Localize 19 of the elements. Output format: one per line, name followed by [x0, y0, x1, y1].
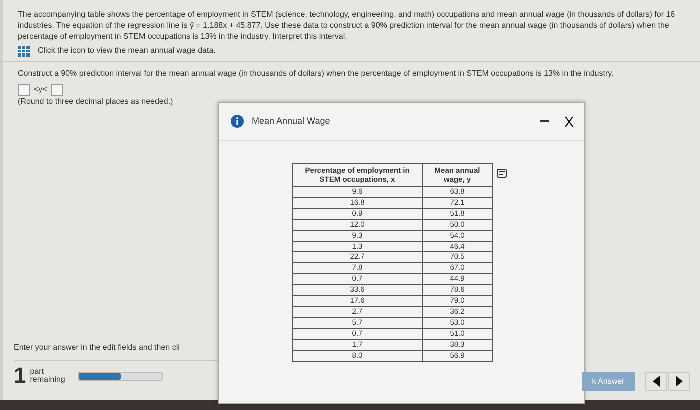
problem-text: The accompanying table shows the percentage of employment in STEM (science, technology, engineering, and math) occupations and mean annual wage (in thousands of dollars) for 16 industries. The equation of the regression line is ŷ = 1.188x + 45.877. Use these data to construct a 90% prediction interval for the mean annual wage (in thousands of dollars) when the percentage of employment in STEM occupations is 13% in the industry. Interpret this interval. — [18, 10, 676, 42]
data-link-text[interactable]: Click the icon to view the mean annual wage data. — [38, 46, 216, 58]
previous-button[interactable] — [645, 372, 667, 391]
parts-label: part remaining — [30, 368, 66, 384]
close-button[interactable]: X — [564, 114, 574, 128]
inequality-text: <y< — [34, 84, 48, 96]
left-arrow-icon — [652, 376, 660, 387]
table-icon[interactable] — [18, 46, 30, 58]
minimize-icon[interactable] — [540, 120, 549, 123]
question-text: Construct a 90% prediction interval for the mean annual wage (in thousands of dollars) when the percentage of employment in STEM occupations is 13% in the industry. — [18, 68, 615, 80]
next-button[interactable] — [668, 372, 690, 391]
right-arrow-icon — [676, 376, 682, 387]
rounding-note: (Round to three decimal places as needed.) — [18, 96, 174, 108]
answer-box[interactable] — [51, 84, 64, 96]
dialog-title: Mean Annual Wage — [252, 114, 332, 128]
info-icon — [231, 115, 244, 128]
answer-box[interactable] — [18, 84, 30, 96]
parts-count: 1 — [14, 365, 26, 387]
copy-icon[interactable] — [497, 169, 507, 178]
